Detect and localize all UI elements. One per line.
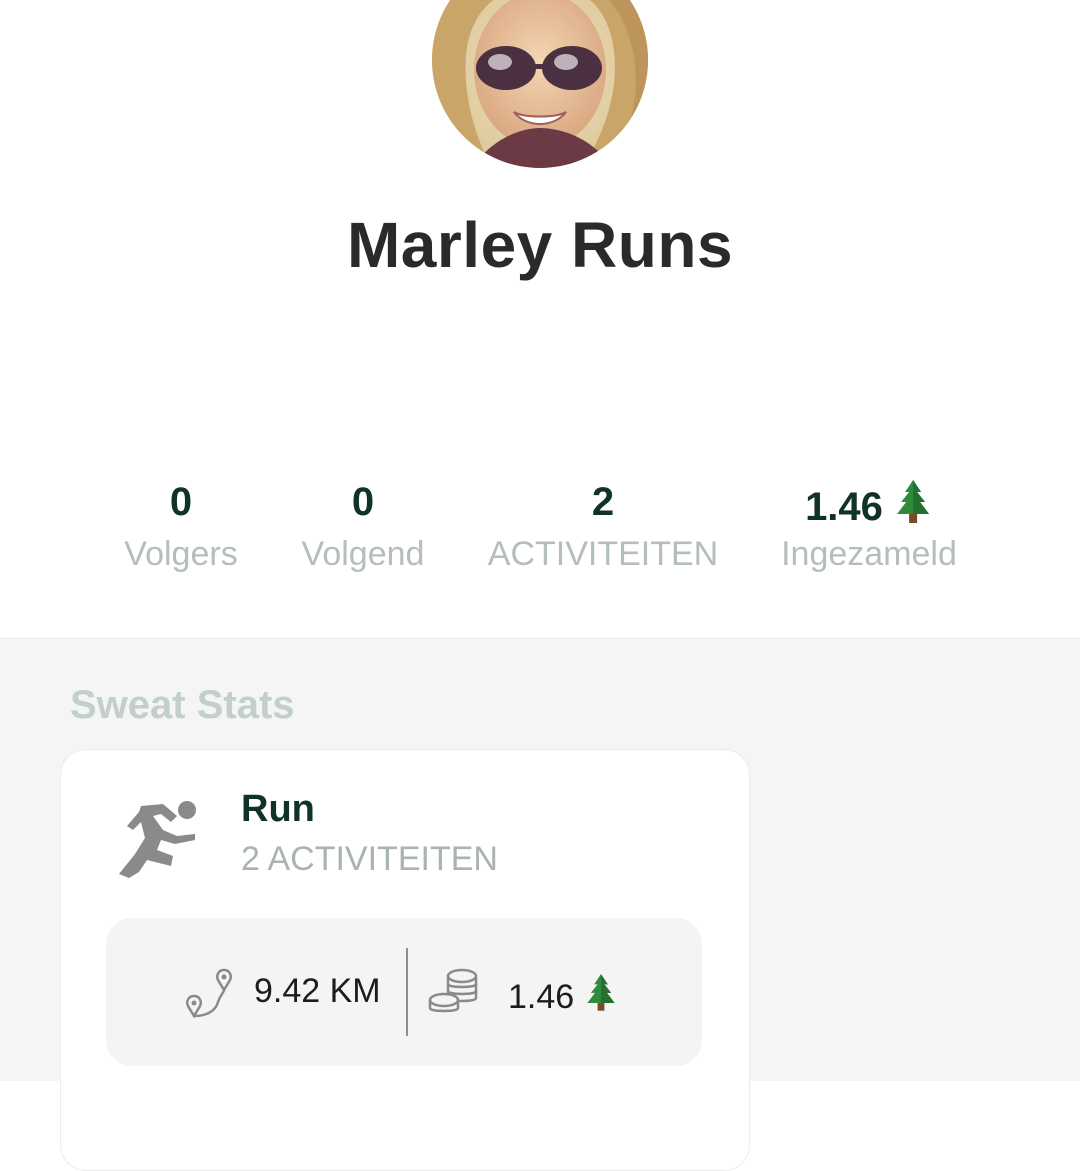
activity-card-run[interactable]: Run 2 ACTIVITEITEN 9.42 KM 1.46: [60, 749, 750, 1171]
stat-following-label: Volgend: [301, 535, 425, 573]
section-title: Sweat Stats: [70, 683, 295, 727]
profile-name: Marley Runs: [346, 209, 734, 281]
coins-icon: [428, 968, 480, 1016]
tree-icon: [584, 972, 618, 1021]
runner-icon: [111, 800, 201, 878]
profile-stats: 0 Volgers 0 Volgend 2 ACTIVITEITEN 1.46 …: [0, 478, 1080, 588]
stat-following-value: 0: [351, 480, 375, 524]
stat-collected-value: 1.46: [805, 485, 883, 529]
profile-header: Marley Runs 0 Volgers 0 Volgend 2 ACTIVI…: [0, 0, 1080, 638]
activity-metrics: 9.42 KM 1.46: [106, 918, 702, 1066]
stat-activities-value: 2: [591, 480, 615, 524]
activity-title: Run: [241, 788, 315, 830]
stat-activities[interactable]: 2 ACTIVITEITEN: [488, 478, 718, 576]
collected-row: 1.46: [508, 972, 618, 1021]
route-icon: [182, 968, 236, 1020]
activity-count: 2 ACTIVITEITEN: [241, 840, 498, 878]
metrics-divider: [406, 948, 408, 1036]
tree-icon: [893, 478, 933, 535]
stat-following[interactable]: 0 Volgend: [302, 478, 425, 576]
stat-collected[interactable]: 1.46 Ingezameld: [781, 478, 957, 576]
avatar[interactable]: [432, 0, 648, 168]
avatar-photo: [432, 0, 648, 168]
stat-collected-label: Ingezameld: [781, 535, 957, 573]
collected-value: 1.46: [508, 978, 575, 1016]
stat-activities-label: ACTIVITEITEN: [487, 535, 719, 573]
sweat-stats-section: Sweat Stats Run 2 ACTIVITEITEN 9.42 KM 1…: [0, 638, 1080, 1171]
stat-followers-label: Volgers: [124, 535, 238, 573]
stat-followers-value: 0: [169, 480, 193, 524]
distance-value: 9.42 KM: [254, 972, 381, 1010]
stat-followers[interactable]: 0 Volgers: [124, 478, 237, 576]
stat-collected-row: 1.46: [781, 478, 957, 529]
